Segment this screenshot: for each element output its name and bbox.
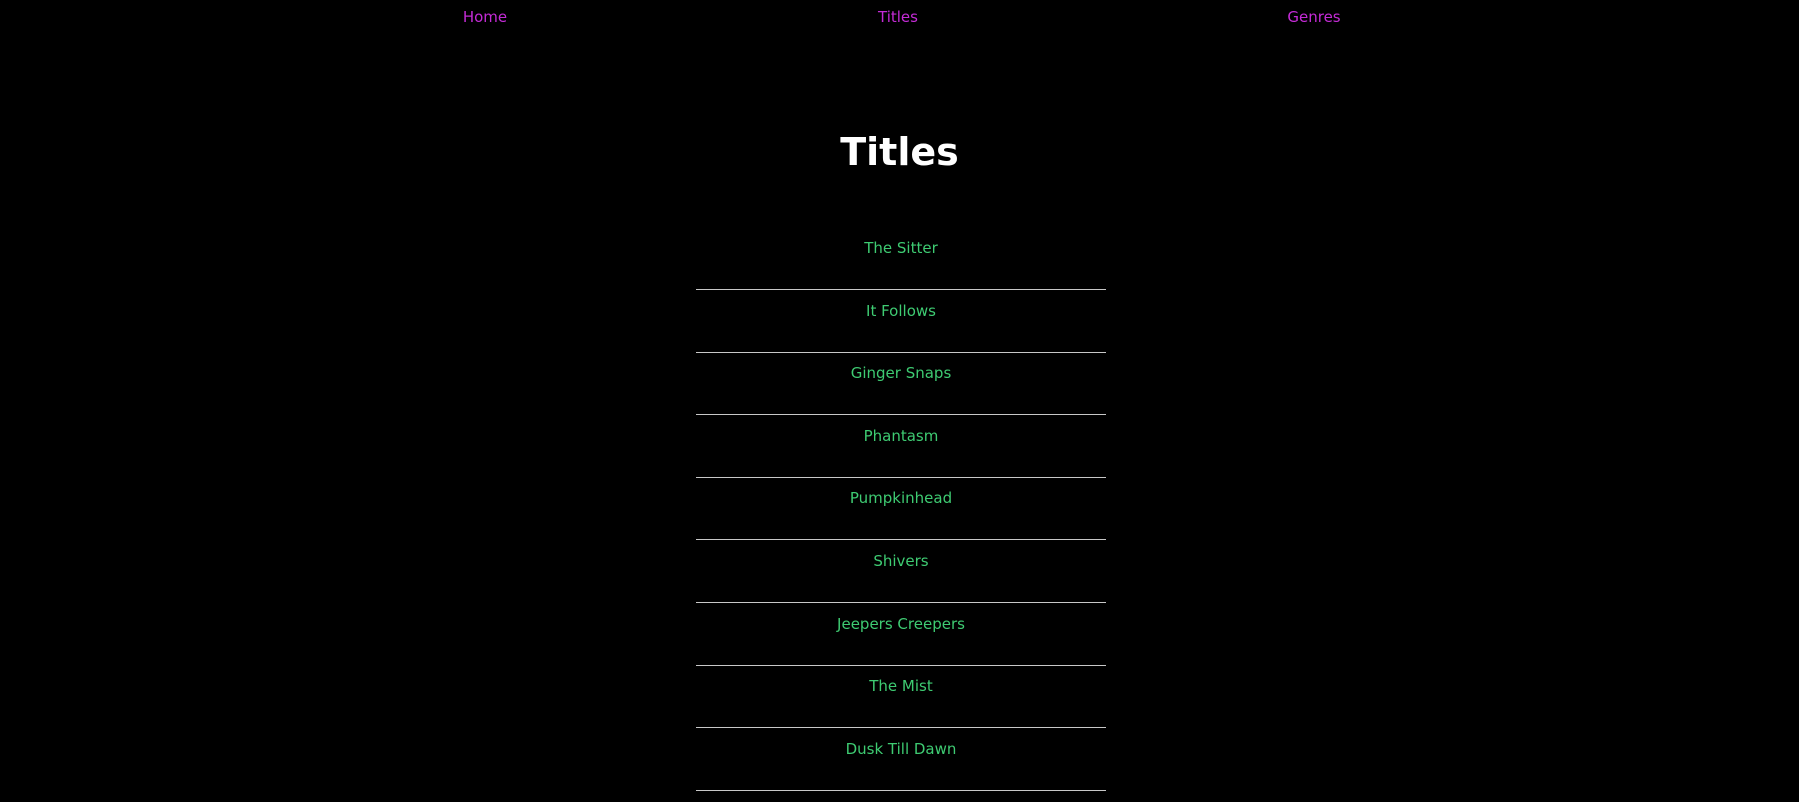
nav-link-titles[interactable]: Titles — [878, 8, 918, 26]
title-link[interactable]: Pumpkinhead — [696, 489, 1106, 507]
title-link[interactable]: Jeepers Creepers — [696, 615, 1106, 633]
list-item: Dusk Till Dawn — [696, 730, 1106, 791]
top-nav: Home Titles Genres — [0, 0, 1799, 36]
title-link[interactable]: The Mist — [696, 677, 1106, 695]
title-link[interactable]: Dusk Till Dawn — [696, 740, 1106, 758]
title-link[interactable]: Phantasm — [696, 427, 1106, 445]
list-item: Pumpkinhead — [696, 479, 1106, 541]
title-link[interactable]: The Sitter — [696, 239, 1106, 257]
list-item: The Sitter — [696, 229, 1106, 290]
list-item: Shivers — [696, 542, 1106, 603]
title-link[interactable]: It Follows — [696, 302, 1106, 320]
list-item: It Follows — [696, 292, 1106, 353]
nav-link-home[interactable]: Home — [463, 8, 507, 26]
title-link[interactable]: Shivers — [696, 552, 1106, 570]
list-item: Ginger Snaps — [696, 354, 1106, 416]
list-item: Jeepers Creepers — [696, 605, 1106, 666]
list-item: The Mist — [696, 667, 1106, 729]
nav-link-genres[interactable]: Genres — [1287, 8, 1340, 26]
title-list: The Sitter It Follows Ginger Snaps Phant… — [696, 229, 1106, 792]
list-item: Phantasm — [696, 417, 1106, 478]
title-link[interactable]: Ginger Snaps — [696, 364, 1106, 382]
page-title: Titles — [840, 130, 959, 174]
